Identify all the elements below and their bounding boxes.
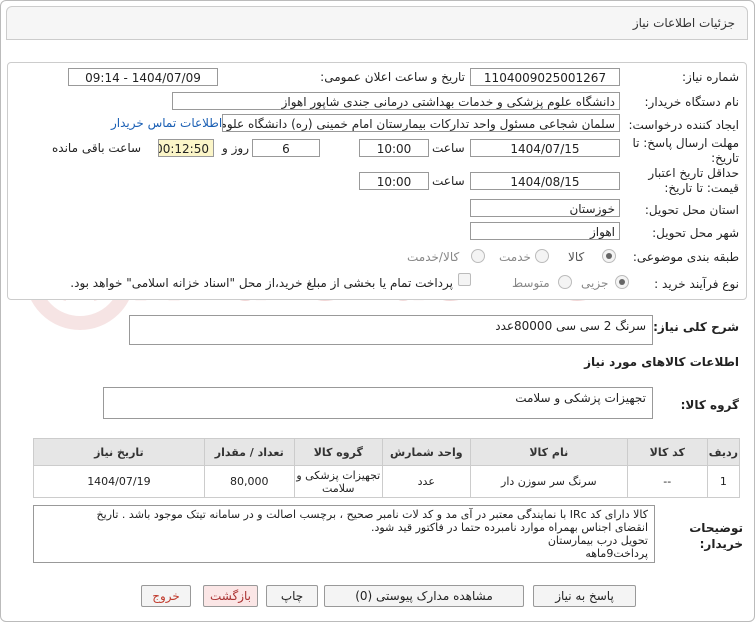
process-medium-label: متوسط xyxy=(512,276,550,290)
need-number-label: شماره نیاز: xyxy=(682,70,739,84)
treasury-payment-note: پرداخت تمام یا بخشی از مبلغ خرید،از محل … xyxy=(70,276,453,290)
cell-qty: 80,000 xyxy=(203,465,295,498)
reply-button[interactable]: پاسخ به نیاز xyxy=(533,585,636,607)
buyer-contact-link[interactable]: اطلاعات تماس خریدار xyxy=(111,116,222,130)
table-row: 1 -- سرنگ سر سوزن دار عدد تجهیزات پزشکی … xyxy=(33,465,741,498)
deadline-time-field: 10:00 xyxy=(359,139,429,157)
category-both-radio[interactable] xyxy=(471,249,485,263)
remaining-time-timer: 00:12:50 xyxy=(158,139,214,157)
city-label: شهر محل تحویل: xyxy=(652,226,739,240)
deadline-time-label: ساعت xyxy=(432,141,465,155)
need-number-field: 1104009025001267 xyxy=(470,68,620,86)
deadline-date-field: 1404/07/15 xyxy=(470,139,620,157)
announce-datetime-field: 1404/07/09 - 09:14 xyxy=(68,68,218,86)
validity-time-field: 10:00 xyxy=(359,172,429,190)
province-label: استان محل تحویل: xyxy=(644,203,739,217)
city-field: اهواز xyxy=(470,222,620,240)
category-label: طبقه بندی موضوعی: xyxy=(632,250,739,264)
buyer-notes-line: کالا دارای کد IRc با نمایندگی معتبر در آ… xyxy=(96,508,648,521)
cell-row: 1 xyxy=(706,465,741,498)
print-button[interactable]: چاپ xyxy=(266,585,318,607)
back-button[interactable]: بازگشت xyxy=(203,585,258,607)
buyer-org-label: نام دستگاه خریدار: xyxy=(644,95,740,109)
col-date-header: تاریخ نیاز xyxy=(33,438,205,466)
cell-unit: عدد xyxy=(381,465,471,498)
buyer-notes-line: انقضای اجناس بهمراه موارد نامبرده حتما د… xyxy=(370,521,648,534)
treasury-payment-checkbox[interactable] xyxy=(458,273,471,286)
col-qty-header: تعداد / مقدار xyxy=(203,438,295,466)
days-label: روز و xyxy=(222,141,249,155)
goods-table: ردیف کد کالا نام کالا واحد شمارش گروه کا… xyxy=(33,438,741,498)
category-goods-label: کالا xyxy=(568,250,585,264)
table-header-row: ردیف کد کالا نام کالا واحد شمارش گروه کا… xyxy=(33,438,741,466)
cell-name: سرنگ سر سوزن دار xyxy=(469,465,628,498)
cell-group: تجهیزات پزشکی و سلامت xyxy=(293,465,383,498)
goods-info-title: اطلاعات کالاهای مورد نیاز xyxy=(584,355,739,369)
summary-textarea: سرنگ 2 سی سی 80000عدد xyxy=(129,315,653,345)
requester-field: سلمان شجاعی مسئول واحد تدارکات بیمارستان… xyxy=(222,114,620,132)
col-name-header: نام کالا xyxy=(469,438,628,466)
deadline-label: مهلت ارسال پاسخ: تا تاریخ: xyxy=(632,136,739,165)
process-medium-radio[interactable] xyxy=(558,275,572,289)
cell-code: -- xyxy=(626,465,708,498)
validity-label: حداقل تاریخ اعتبار قیمت: تا تاریخ: xyxy=(648,166,739,195)
page-header: جزئیات اطلاعات نیاز xyxy=(6,6,748,40)
province-field: خوزستان xyxy=(470,199,620,217)
validity-time-label: ساعت xyxy=(432,174,465,188)
buyer-notes-label: توضیحات خریدار: xyxy=(689,521,743,551)
process-label: نوع فرآیند خرید : xyxy=(654,277,739,291)
col-group-header: گروه کالا xyxy=(293,438,383,466)
exit-button[interactable]: خروج xyxy=(141,585,191,607)
remaining-label: ساعت باقی مانده xyxy=(52,141,142,155)
announce-datetime-label: تاریخ و ساعت اعلان عمومی: xyxy=(320,70,465,84)
goods-group-textarea: تجهیزات پزشکی و سلامت xyxy=(103,387,653,419)
buyer-org-field: دانشگاه علوم پزشکی و خدمات بهداشتی درمان… xyxy=(172,92,620,110)
buyer-notes-line: تحویل درب بیمارستان xyxy=(547,534,648,547)
buyer-notes-textarea: کالا دارای کد IRc با نمایندگی معتبر در آ… xyxy=(33,505,655,563)
process-minor-label: جزیی xyxy=(581,276,609,290)
col-row-header: ردیف xyxy=(706,438,741,466)
requester-label: ایجاد کننده درخواست: xyxy=(628,118,739,132)
category-service-label: خدمت xyxy=(499,250,531,264)
summary-label: شرح کلی نیاز: xyxy=(653,320,739,334)
process-minor-radio[interactable] xyxy=(615,275,629,289)
category-service-radio[interactable] xyxy=(535,249,549,263)
category-goods-radio[interactable] xyxy=(602,249,616,263)
attachments-button[interactable]: مشاهده مدارک پیوستی (0) xyxy=(324,585,524,607)
cell-date: 1404/07/19 xyxy=(33,465,205,498)
col-unit-header: واحد شمارش xyxy=(381,438,471,466)
category-both-label: کالا/خدمت xyxy=(407,250,460,264)
remaining-days-field: 6 xyxy=(252,139,320,157)
buyer-notes-line: پرداخت9ماهه xyxy=(585,547,648,560)
goods-group-label: گروه کالا: xyxy=(680,398,739,412)
validity-date-field: 1404/08/15 xyxy=(470,172,620,190)
page-title: جزئیات اطلاعات نیاز xyxy=(632,16,735,30)
col-code-header: کد کالا xyxy=(626,438,708,466)
